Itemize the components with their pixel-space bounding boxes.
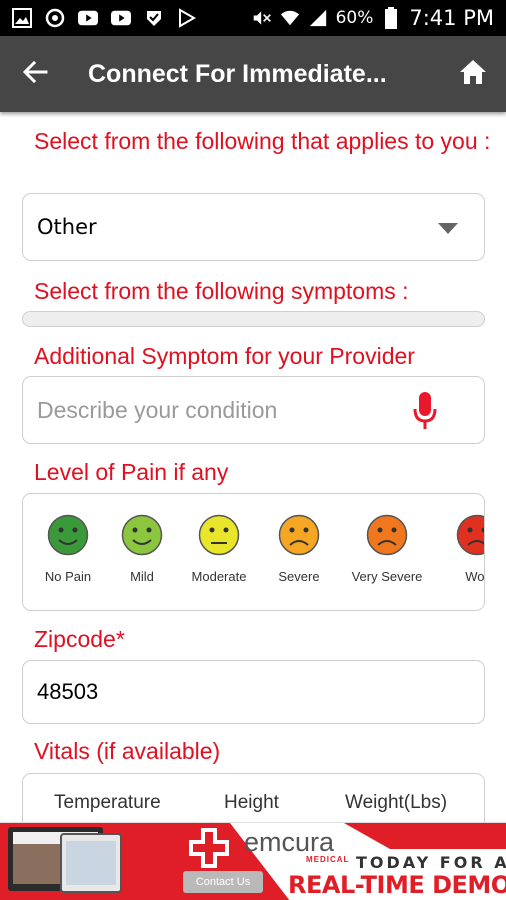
gallery-icon <box>12 8 32 28</box>
vitals-header-height: Height <box>224 792 279 813</box>
banner-ad[interactable]: emcura MEDICAL Contact Us TODAY FOR A RE… <box>0 822 506 900</box>
applies-select[interactable]: Other <box>22 193 485 261</box>
check-shield-icon <box>144 8 164 28</box>
zipcode-value: 48503 <box>37 679 99 704</box>
zipcode-field[interactable]: 48503 <box>22 660 485 724</box>
pain-option[interactable]: Severe <box>254 514 344 584</box>
pain-option[interactable]: Wor <box>432 514 485 584</box>
pain-face-icon <box>198 514 240 556</box>
contact-us-button[interactable]: Contact Us <box>183 871 263 893</box>
additional-symptom-label: Additional Symptom for your Provider <box>34 343 415 369</box>
symptoms-label: Select from the following symptoms : <box>34 278 409 304</box>
brand-name: emcura <box>244 827 335 857</box>
pain-option-label: Moderate <box>191 569 247 584</box>
vitals-label: Vitals (if available) <box>34 738 221 764</box>
youtube-icon <box>111 8 131 28</box>
wifi-icon <box>280 8 300 28</box>
pain-face-icon <box>278 514 320 556</box>
brand-subtitle: MEDICAL <box>306 855 350 864</box>
pain-face-icon <box>121 514 163 556</box>
microphone-icon[interactable] <box>412 391 438 435</box>
vitals-table[interactable]: Temperature Height Weight(Lbs) <box>22 773 485 822</box>
symptoms-list[interactable] <box>22 311 485 327</box>
battery-icon <box>381 7 401 29</box>
description-input[interactable] <box>37 396 397 424</box>
pain-label: Level of Pain if any <box>34 459 229 485</box>
app-bar: Connect For Immediate... <box>0 36 506 112</box>
back-button[interactable] <box>0 36 70 112</box>
mute-icon <box>252 8 272 28</box>
pain-face-icon <box>456 514 484 556</box>
home-button[interactable] <box>440 36 506 112</box>
youtube-icon <box>78 8 98 28</box>
pain-option-label: Very Severe <box>351 569 423 584</box>
pain-scale[interactable]: No Pain Mild Moderate Severe Very Severe Wor <box>22 493 485 611</box>
vitals-header-temperature: Temperature <box>54 792 161 813</box>
banner-tagline-bottom: REAL-TIME DEMO <box>288 871 506 899</box>
page-title: Connect For Immediate... <box>88 59 387 88</box>
vitals-header-weight: Weight(Lbs) <box>345 792 448 813</box>
banner-tagline-top: TODAY FOR A <box>356 853 506 872</box>
applies-label: Select from the following that applies t… <box>34 128 491 154</box>
tablet-image <box>60 833 122 893</box>
pain-option[interactable]: Very Severe <box>342 514 432 584</box>
clock: 7:41 PM <box>409 6 494 30</box>
applies-selected-value: Other <box>37 215 97 239</box>
zipcode-label: Zipcode* <box>34 626 125 652</box>
battery-percent: 60% <box>335 8 374 28</box>
pain-option-label: Mild <box>130 569 154 584</box>
pain-option-label: Wor <box>465 569 485 584</box>
description-field[interactable] <box>22 376 485 444</box>
chevron-down-icon <box>438 223 458 234</box>
pain-option[interactable]: Moderate <box>174 514 264 584</box>
play-store-icon <box>177 8 197 28</box>
pain-face-icon <box>366 514 408 556</box>
medical-cross-icon <box>188 827 230 873</box>
signal-icon <box>308 8 328 28</box>
pain-face-icon <box>47 514 89 556</box>
form-content[interactable]: Select from the following that applies t… <box>0 112 506 822</box>
pain-option-label: Severe <box>278 569 320 584</box>
home-icon <box>459 59 487 89</box>
sync-icon <box>45 8 65 28</box>
pain-option-label: No Pain <box>44 569 92 584</box>
status-bar: 60% 7:41 PM <box>0 0 506 36</box>
back-arrow-icon <box>22 59 48 89</box>
